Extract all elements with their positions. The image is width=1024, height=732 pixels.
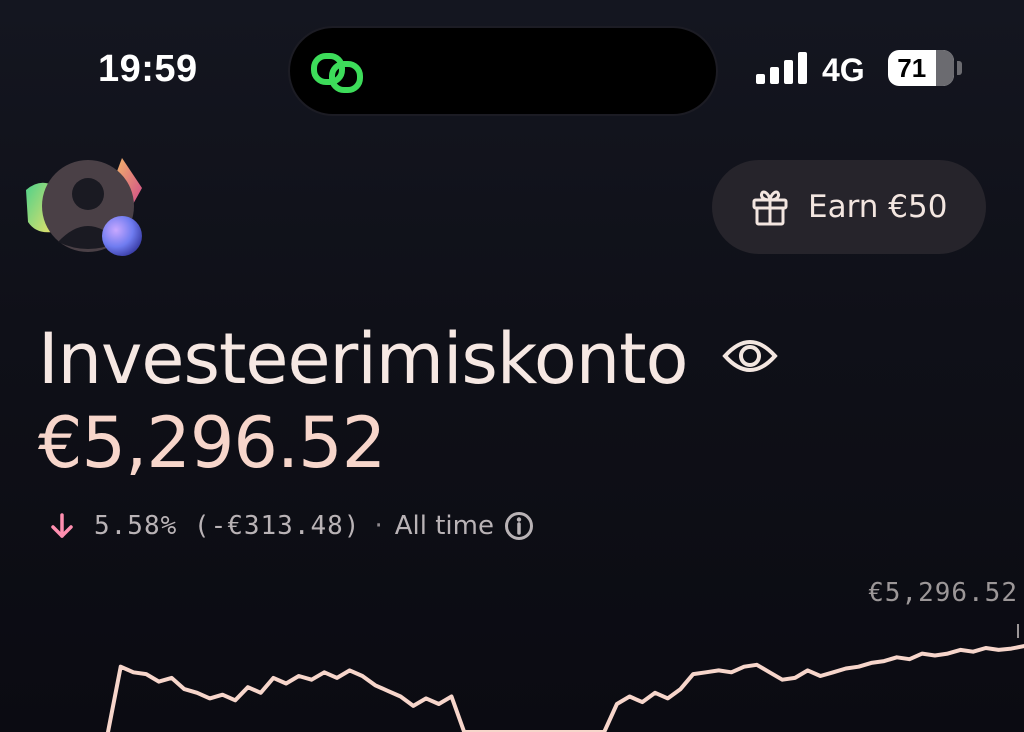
gift-icon	[752, 190, 788, 226]
battery-level: 71	[897, 52, 927, 83]
chart-line-series	[106, 644, 1024, 732]
battery-tip	[957, 61, 962, 75]
chart-current-value: €5,296.52	[868, 578, 1018, 608]
signal-icon	[756, 52, 807, 84]
account-title: Investeerimiskonto	[38, 318, 688, 400]
earn-label: Earn €50	[808, 189, 948, 225]
portfolio-chart[interactable]	[0, 610, 1024, 732]
battery-icon: 71	[888, 50, 954, 86]
performance-row: 5.58% (-€313.48) · All time	[48, 506, 534, 546]
network-type: 4G	[822, 52, 865, 88]
arrow-down-icon	[51, 513, 73, 538]
info-icon[interactable]	[504, 511, 534, 541]
dynamic-island	[288, 26, 718, 116]
avatar[interactable]	[22, 152, 148, 262]
period-selector[interactable]: All time	[395, 511, 494, 541]
eye-icon[interactable]	[722, 334, 778, 378]
performance-change: 5.58% (-€313.48)	[94, 511, 361, 541]
status-time: 19:59	[98, 48, 198, 90]
link-icon	[311, 53, 363, 93]
account-balance: €5,296.52	[38, 402, 386, 484]
separator-dot: ·	[374, 511, 383, 541]
earn-referral-button[interactable]: Earn €50	[712, 160, 986, 254]
